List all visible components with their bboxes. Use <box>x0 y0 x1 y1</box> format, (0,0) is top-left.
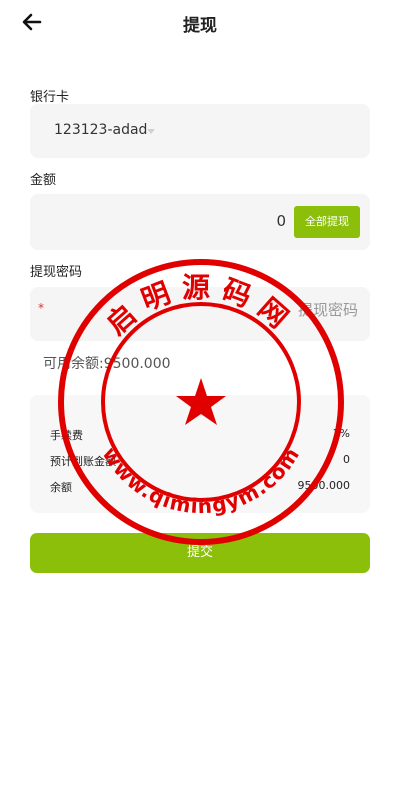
bank-card-label: 银行卡 <box>30 90 70 105</box>
password-field: * 提现密码 <box>30 287 370 341</box>
submit-button[interactable]: 提交 <box>30 533 370 573</box>
fee-value: 1% <box>332 427 350 440</box>
expected-amount-value: 0 <box>343 453 350 466</box>
balance-value: 9500.000 <box>297 479 351 492</box>
expected-amount-label: 预计到账金额 <box>50 455 116 468</box>
withdraw-all-button[interactable]: 全部提现 <box>294 206 360 238</box>
bank-card-value: 123123-adad <box>54 122 148 138</box>
amount-label: 金额 <box>30 173 57 188</box>
header-bar: 提现 <box>0 0 400 46</box>
summary-card: 手续费 1% 预计到账金额 0 余额 9500.000 <box>30 395 370 513</box>
password-input[interactable]: 提现密码 <box>298 299 358 320</box>
amount-field: 0 全部提现 <box>30 194 370 250</box>
available-balance-label: 可用余额: <box>43 356 104 372</box>
expected-amount-row: 预计到账金额 0 <box>50 453 350 469</box>
balance-label: 余额 <box>50 481 72 494</box>
available-balance-value: 9500.000 <box>103 356 171 372</box>
chevron-down-icon <box>147 129 155 134</box>
required-mark: * <box>38 301 44 315</box>
balance-row: 余额 9500.000 <box>50 479 350 495</box>
available-balance: 可用余额:9500.000 <box>43 353 171 373</box>
password-label: 提现密码 <box>30 265 83 280</box>
bank-card-select[interactable]: 123123-adad <box>30 104 370 158</box>
fee-row: 手续费 1% <box>50 427 350 443</box>
page-title: 提现 <box>183 16 217 36</box>
fee-label: 手续费 <box>50 429 83 442</box>
amount-input[interactable]: 0 <box>276 212 286 230</box>
